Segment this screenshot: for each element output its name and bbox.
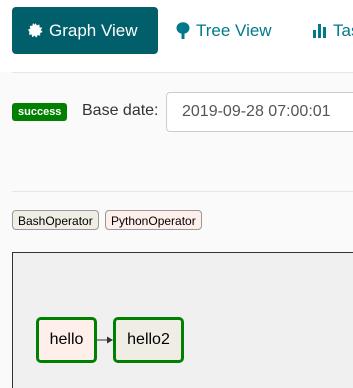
view-tabs: Graph View Tree View Task Duration (0, 0, 353, 72)
task-node-hello2-label: hello2 (127, 331, 170, 348)
tab-task-duration-label: Task Duration (333, 20, 353, 40)
tab-tree-view-label: Tree View (196, 20, 272, 40)
base-date-form (0, 73, 353, 191)
dag-state-badge: success (12, 103, 68, 121)
legend-python-operator: PythonOperator (105, 210, 202, 230)
form-divider (12, 191, 353, 192)
tab-graph-view[interactable]: Graph View (12, 7, 158, 54)
graph-view-page: Graph View Tree View Task Duration (0, 0, 353, 388)
tree-icon (176, 22, 190, 39)
legend-bash-operator: BashOperator (12, 210, 99, 230)
dependency-edge (97, 336, 113, 344)
task-node-hello-label: hello (49, 331, 84, 348)
tab-task-duration[interactable]: Task Duration (313, 7, 353, 54)
base-date-label: Base date: (82, 102, 159, 119)
base-date-input[interactable] (166, 92, 353, 132)
tab-graph-view-label: Graph View (49, 20, 138, 40)
bar-chart-icon (313, 23, 327, 38)
task-node-hello2[interactable]: hello2 (113, 317, 184, 363)
certificate-icon (28, 23, 43, 38)
tab-tree-view[interactable]: Tree View (176, 7, 272, 54)
task-node-hello[interactable]: hello (36, 317, 97, 363)
